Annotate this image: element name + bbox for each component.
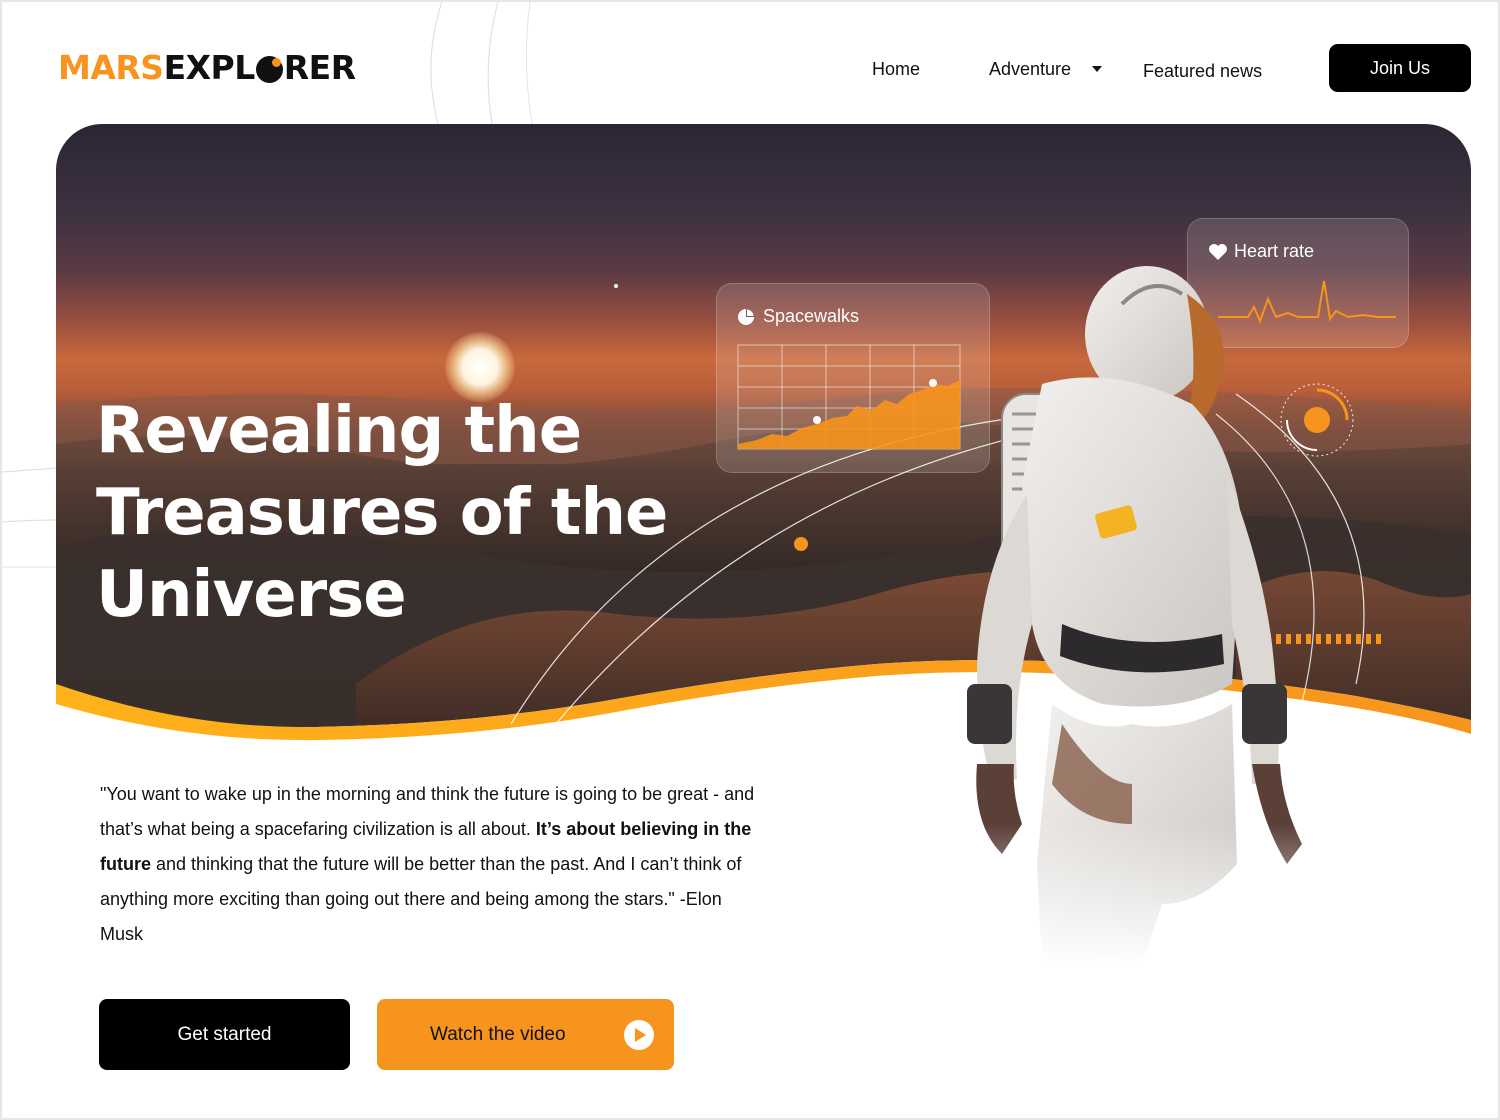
get-started-button[interactable]: Get started xyxy=(99,999,350,1070)
logo[interactable]: MARS EXPL RER xyxy=(58,48,356,88)
watch-video-label: Watch the video xyxy=(430,1023,566,1045)
hero-title-line2: Treasures of the xyxy=(96,476,668,550)
logo-mars-text: MARS xyxy=(58,48,164,87)
logo-planet-icon xyxy=(255,55,283,83)
logo-explorer-text-end: RER xyxy=(283,48,356,87)
spacewalks-chart xyxy=(737,344,961,450)
elon-musk-quote: "You want to wake up in the morning and … xyxy=(100,777,760,952)
heart-rate-title: Heart rate xyxy=(1234,241,1315,261)
quote-text-part2: and thinking that the future will be bet… xyxy=(100,854,742,944)
page: MARS EXPL RER Home Adventure Featured ne… xyxy=(0,0,1500,1120)
watch-video-button[interactable]: Watch the video xyxy=(377,999,674,1070)
pie-chart-icon xyxy=(738,309,754,325)
hero-title: Revealing the Treasures of the Universe xyxy=(96,390,736,636)
astronaut-illustration xyxy=(932,266,1312,964)
nav-featured-news-link[interactable]: Featured news xyxy=(1143,58,1262,84)
join-us-button[interactable]: Join Us xyxy=(1329,44,1471,92)
hero-title-line1: Revealing the xyxy=(96,394,582,468)
star xyxy=(614,284,618,288)
play-icon xyxy=(624,1020,654,1050)
spacewalks-title: Spacewalks xyxy=(763,306,860,326)
heart-icon xyxy=(1209,244,1227,260)
get-started-label: Get started xyxy=(177,1023,272,1045)
logo-explorer-text: EXPL xyxy=(163,48,256,87)
nav-home-link[interactable]: Home xyxy=(872,56,920,82)
hero-title-line3: Universe xyxy=(96,558,407,632)
chevron-down-icon[interactable] xyxy=(1092,66,1102,72)
nav-adventure-link[interactable]: Adventure xyxy=(989,56,1071,82)
